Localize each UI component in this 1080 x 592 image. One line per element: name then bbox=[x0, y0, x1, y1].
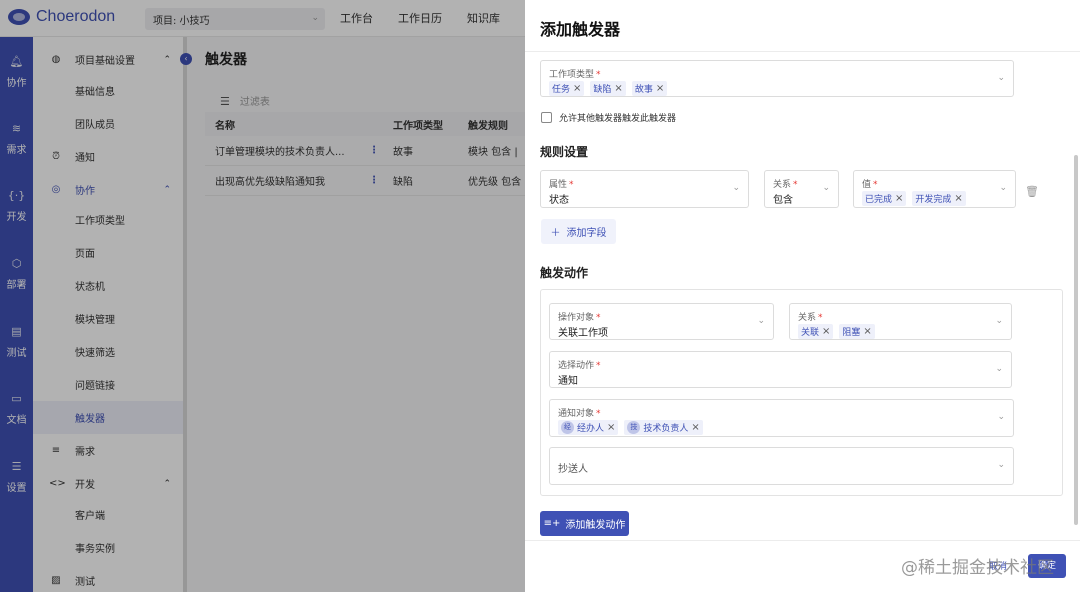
tag-label: 经办人 bbox=[577, 424, 605, 434]
chevron-down-icon: ⌄ bbox=[997, 72, 1005, 83]
field-label: 选择动作 bbox=[558, 361, 595, 371]
add-trigger-panel: 添加触发器 工作项类型 * 任务 × 缺陷 × 故事 × ⌄ 允许其他触发器触发此触发器… bbox=[525, 0, 1080, 592]
trigger-action-card: 操作对象 * 关联工作项 ⌄ 关系 * 关联 × 阻塞 × ⌄ 选择动作 * 通知 ⌄ 通… bbox=[540, 289, 1063, 496]
field-label: 通知对象 bbox=[558, 409, 595, 419]
avatar: 经 bbox=[561, 421, 574, 434]
action-type-select[interactable]: 选择动作 * 通知 ⌄ bbox=[549, 351, 1012, 388]
action-target-select[interactable]: 操作对象 * 关联工作项 ⌄ bbox=[549, 303, 774, 340]
tag-task: 任务 × bbox=[549, 81, 585, 96]
divider bbox=[525, 51, 1080, 52]
close-icon[interactable]: × bbox=[607, 422, 615, 433]
tag-label: 开发完成 bbox=[915, 195, 952, 205]
field-value: 包含 bbox=[773, 195, 793, 206]
field-label: 操作对象 bbox=[558, 313, 595, 323]
tag-assignee: 经经办人 × bbox=[558, 420, 619, 435]
panel-scrollbar[interactable] bbox=[1074, 155, 1078, 525]
rule-relation-select[interactable]: 关系 * 包含 ⌄ bbox=[764, 170, 839, 208]
rule-attribute-select[interactable]: 属性 * 状态 ⌄ bbox=[540, 170, 749, 208]
divider bbox=[525, 540, 1080, 541]
chevron-down-icon: ⌄ bbox=[997, 460, 1005, 470]
tag-bug: 缺陷 × bbox=[590, 81, 626, 96]
checkbox-box[interactable] bbox=[541, 112, 552, 123]
actions-section-title: 触发动作 bbox=[540, 266, 589, 280]
chevron-down-icon: ⌄ bbox=[732, 183, 740, 193]
plus-icon: ＋ bbox=[550, 228, 561, 239]
cc-select[interactable]: 抄送人 ⌄ bbox=[549, 447, 1014, 485]
chevron-down-icon: ⌄ bbox=[822, 183, 830, 193]
field-label: 值 bbox=[862, 180, 872, 190]
close-icon[interactable]: × bbox=[895, 193, 903, 204]
tag-label: 已完成 bbox=[865, 195, 893, 205]
chevron-down-icon: ⌄ bbox=[757, 315, 765, 326]
chevron-down-icon: ⌄ bbox=[997, 412, 1005, 422]
watermark: @稀土掘金技术社区 bbox=[901, 558, 1054, 578]
notify-target-select[interactable]: 通知对象 * 经经办人 × 技技术负责人 × ⌄ bbox=[549, 399, 1014, 437]
field-label: 关系 bbox=[798, 313, 817, 323]
issue-type-select[interactable]: 工作项类型 * 任务 × 缺陷 × 故事 × ⌄ bbox=[540, 60, 1014, 97]
tag-label: 关联 bbox=[801, 328, 820, 338]
field-label: 属性 bbox=[549, 180, 568, 190]
tag-label: 阻塞 bbox=[842, 328, 861, 338]
add-field-label: 添加字段 bbox=[566, 228, 607, 239]
close-icon[interactable]: × bbox=[573, 83, 581, 94]
close-icon[interactable]: × bbox=[863, 326, 871, 337]
tag-label: 任务 bbox=[552, 85, 571, 95]
tag-done: 已完成 × bbox=[862, 191, 907, 206]
tag-block: 阻塞 × bbox=[839, 324, 875, 339]
close-icon[interactable]: × bbox=[954, 193, 962, 204]
action-relation-select[interactable]: 关系 * 关联 × 阻塞 × ⌄ bbox=[789, 303, 1012, 340]
tag-label: 技术负责人 bbox=[643, 424, 689, 434]
tag-label: 故事 bbox=[634, 85, 653, 95]
field-label: 关系 bbox=[773, 180, 792, 190]
tag-dev-done: 开发完成 × bbox=[912, 191, 966, 206]
field-value: 关联工作项 bbox=[558, 328, 608, 339]
rules-section-title: 规则设置 bbox=[540, 145, 589, 159]
delete-rule-icon[interactable]: 🗑︎ bbox=[1025, 185, 1039, 198]
field-placeholder: 抄送人 bbox=[558, 464, 588, 475]
field-value: 状态 bbox=[549, 195, 569, 206]
modal-overlay[interactable] bbox=[0, 0, 525, 592]
close-icon[interactable]: × bbox=[656, 83, 664, 94]
field-value: 通知 bbox=[558, 376, 578, 387]
add-action-label: 添加触发动作 bbox=[565, 520, 626, 531]
add-field-button[interactable]: ＋ 添加字段 bbox=[541, 219, 616, 244]
tag-label: 缺陷 bbox=[593, 85, 612, 95]
avatar: 技 bbox=[627, 421, 641, 434]
checkbox-label: 允许其他触发器触发此触发器 bbox=[559, 114, 677, 124]
close-icon[interactable]: × bbox=[822, 326, 830, 337]
tag-link: 关联 × bbox=[798, 324, 834, 339]
chevron-down-icon: ⌄ bbox=[999, 183, 1007, 193]
tag-tech-lead: 技技术负责人 × bbox=[624, 420, 703, 435]
tag-story: 故事 × bbox=[631, 81, 668, 96]
add-trigger-action-button[interactable]: ≡+ 添加触发动作 bbox=[540, 511, 629, 536]
panel-title: 添加触发器 bbox=[540, 20, 621, 39]
allow-other-trigger-checkbox[interactable]: 允许其他触发器触发此触发器 bbox=[541, 111, 676, 124]
chevron-down-icon: ⌄ bbox=[995, 363, 1003, 374]
close-icon[interactable]: × bbox=[614, 83, 622, 94]
close-icon[interactable]: × bbox=[691, 422, 699, 433]
field-label: 工作项类型 bbox=[549, 70, 595, 80]
rule-value-select[interactable]: 值 * 已完成 × 开发完成 × ⌄ bbox=[853, 170, 1016, 208]
list-add-icon: ≡+ bbox=[543, 518, 561, 529]
chevron-down-icon: ⌄ bbox=[995, 315, 1003, 326]
